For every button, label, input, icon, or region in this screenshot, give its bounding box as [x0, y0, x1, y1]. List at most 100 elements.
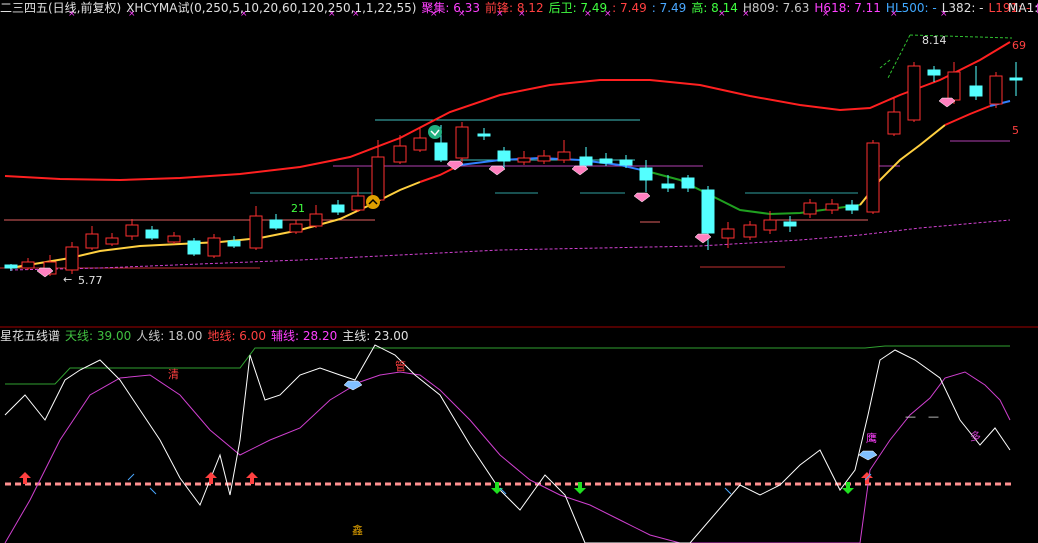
candle-body[interactable]: [227, 240, 241, 247]
candle-body[interactable]: [989, 75, 1003, 105]
indicator-readout: 辅线: 28.20: [271, 329, 338, 343]
up-arrow-icon: [205, 472, 217, 484]
candle-body[interactable]: [249, 215, 263, 249]
candle-body[interactable]: [331, 204, 345, 213]
check-badge-icon: [428, 125, 442, 139]
dash-mark: —: [928, 410, 939, 423]
candle-body[interactable]: [434, 142, 448, 161]
candle-body[interactable]: [21, 261, 35, 269]
indicator-title: 星花五线谱: [0, 329, 61, 343]
ma-right-label: MA1:: [1008, 1, 1038, 15]
candle-body[interactable]: [65, 246, 79, 271]
candle-body[interactable]: [783, 221, 797, 227]
price-readout: 前锋: 8.12: [485, 1, 544, 15]
candle-body[interactable]: [269, 219, 283, 229]
stock-title: 二三四五(日线,前复权): [0, 1, 122, 15]
candle-body[interactable]: [661, 183, 675, 189]
ma-red-seg-2: [944, 105, 991, 126]
qing-char: 清: [168, 368, 179, 381]
price-panel-header: 二三四五(日线,前复权) XHCYMA试(0,250,5,10,20,60,120…: [0, 1, 1038, 15]
down-arrow-icon: [491, 482, 503, 494]
price-panel[interactable]: 8.14 5.77 ← 21 69 5 × × × × × × × × × × × × × × × ×: [0, 9, 1026, 287]
candle-body[interactable]: [289, 223, 303, 233]
sheng-char: 多: [970, 429, 981, 443]
right-5-label: 5: [1012, 124, 1019, 137]
candle-body[interactable]: [455, 126, 469, 159]
candle-body[interactable]: [599, 158, 613, 164]
candle-body[interactable]: [371, 156, 385, 201]
candle-body[interactable]: [743, 224, 757, 238]
candle-body[interactable]: [887, 111, 901, 135]
aux-line: [4, 371, 1011, 543]
diamond-icon: [938, 97, 956, 108]
dash-mark: —: [905, 410, 916, 423]
count-21-label: 21: [291, 202, 305, 215]
diamond-icon: [446, 160, 464, 171]
diamond-icon: [488, 165, 506, 176]
up-arrow-icons: [19, 472, 873, 484]
candle-body[interactable]: [721, 228, 735, 239]
candle-body[interactable]: [187, 240, 201, 255]
candle-body[interactable]: [207, 237, 221, 257]
indicator-readout: 地线: 6.00: [207, 329, 267, 343]
right-69-label: 69: [1012, 39, 1026, 52]
candle-body[interactable]: [145, 229, 159, 239]
candle-body[interactable]: [701, 189, 715, 234]
diamond-icon: [633, 192, 651, 203]
candle-body[interactable]: [125, 224, 139, 237]
candle-body[interactable]: [393, 145, 407, 163]
candle-body[interactable]: [825, 203, 839, 211]
price-readout: : 7.49: [651, 1, 687, 15]
diamond-icon: [343, 380, 363, 391]
high-price-label: 8.14: [922, 34, 947, 47]
candle-body[interactable]: [866, 142, 880, 213]
candle-body[interactable]: [413, 137, 427, 151]
low-price-label: 5.77: [78, 274, 103, 287]
candle-body[interactable]: [351, 195, 365, 211]
diamond-icon: [694, 233, 712, 244]
indicator-panel[interactable]: 清 管 鹰 鑫 多 — —: [4, 344, 1015, 543]
price-readout: 后卫: 7.49: [548, 1, 608, 15]
candle-body[interactable]: [927, 69, 941, 76]
low-arrow: ←: [63, 273, 72, 286]
candle-body[interactable]: [4, 264, 18, 269]
candle-body[interactable]: [619, 159, 633, 166]
candle-body[interactable]: [309, 213, 323, 227]
candle-body[interactable]: [845, 204, 859, 211]
candle-body[interactable]: [497, 150, 511, 162]
up-arrow-icon: [19, 472, 31, 484]
candle-body[interactable]: [681, 177, 695, 189]
candle-body[interactable]: [579, 156, 593, 166]
candle-body[interactable]: [557, 151, 571, 161]
ying-char: 鹰: [866, 431, 877, 445]
price-readout: : 7.49: [612, 1, 647, 15]
indicator-name: XHCYMA试(0,250,5,10,20,60,120,250,1,1,22,…: [126, 1, 417, 15]
candlesticks[interactable]: [4, 62, 1023, 276]
price-readout: 高: 8.14: [691, 1, 738, 15]
xin-char: 鑫: [352, 523, 363, 537]
diamond-icon: [36, 267, 54, 278]
candle-body[interactable]: [907, 65, 921, 121]
candle-body[interactable]: [763, 219, 777, 231]
candle-body[interactable]: [537, 155, 551, 162]
readouts: 聚集: 6.33 前锋: 8.12 后卫: 7.49 : 7.49 : 7.49 高: 8…: [421, 1, 1038, 15]
main-line: [4, 344, 1011, 543]
candle-body[interactable]: [639, 167, 653, 181]
candle-body[interactable]: [477, 133, 491, 137]
stock-chart[interactable]: 8.14 5.77 ← 21 69 5 × × × × × × × × × × × × × × × ×: [0, 0, 1038, 543]
diamond-icon: [571, 165, 589, 176]
candle-body[interactable]: [167, 235, 181, 243]
down-arrow-icon: [842, 482, 854, 494]
candle-body[interactable]: [947, 71, 961, 101]
price-readout: 聚集: 6.33: [421, 1, 480, 15]
candle-body[interactable]: [803, 202, 817, 215]
candle-body[interactable]: [105, 237, 119, 245]
price-readout: L382: -: [941, 1, 984, 15]
guan-char: 管: [395, 359, 406, 373]
chevron-up-badge-icon: [366, 195, 380, 209]
candle-body[interactable]: [969, 85, 983, 97]
candle-body[interactable]: [1009, 77, 1023, 81]
candle-body[interactable]: [517, 157, 531, 163]
candle-body[interactable]: [85, 233, 99, 249]
indicator-readout: 人线: 18.00: [136, 329, 203, 343]
